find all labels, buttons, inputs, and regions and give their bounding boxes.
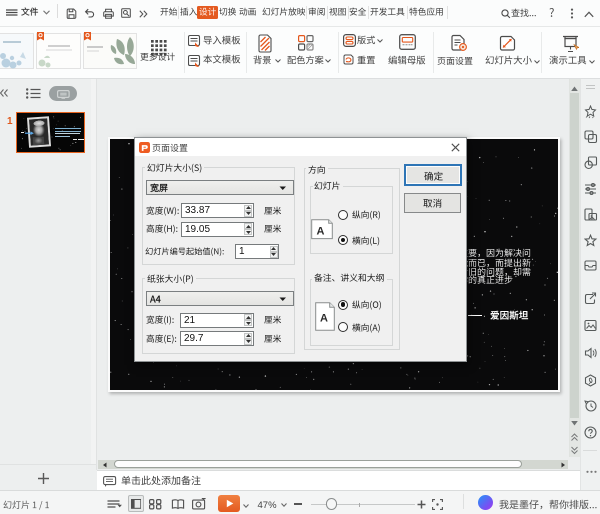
svg-text:A: A xyxy=(320,312,328,324)
svg-text:A: A xyxy=(317,225,325,237)
